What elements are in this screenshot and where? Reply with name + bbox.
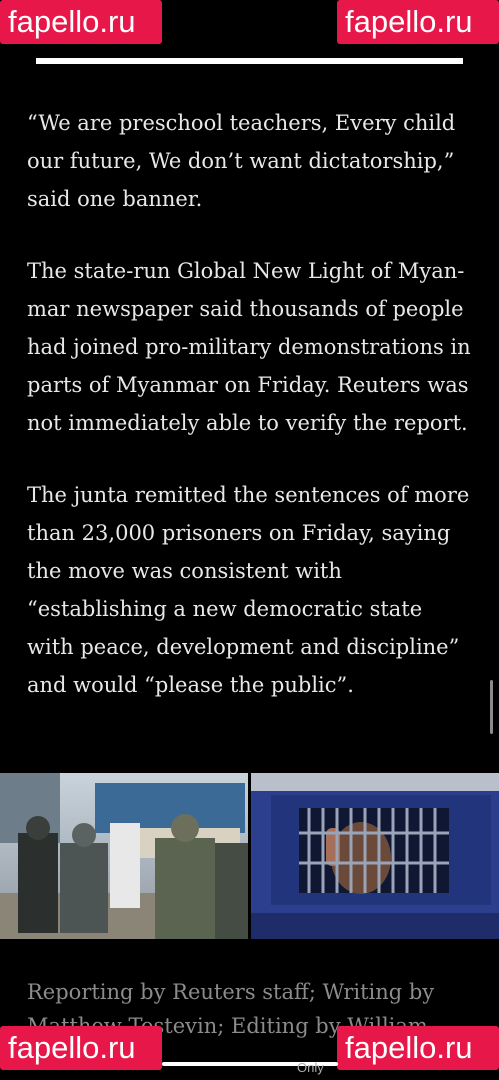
- photo-gallery[interactable]: [0, 773, 499, 939]
- reading-progress-fill: [36, 58, 463, 64]
- photo-police-line[interactable]: [0, 773, 248, 939]
- article-paragraph-2: The state-run Global New Light of Myan­m…: [27, 259, 471, 435]
- footer-only-text: Only: [297, 1060, 324, 1075]
- article-paragraph-3: The junta remitted the sentences of more…: [27, 483, 470, 697]
- scrollbar[interactable]: [490, 680, 493, 734]
- watermark-bottom-right: fapello.ru: [337, 1026, 499, 1070]
- watermark-top-right: fapello.ru: [337, 0, 499, 44]
- article-paragraph-1: “We are preschool teachers, Every child …: [27, 111, 456, 211]
- article-body: “We are preschool teachers, Every child …: [27, 104, 473, 738]
- watermark-bottom-left: fapello.ru: [0, 1026, 162, 1070]
- reading-progress-bar: [36, 58, 463, 64]
- watermark-top-left: fapello.ru: [0, 0, 162, 44]
- photo-prison-van[interactable]: [251, 773, 499, 939]
